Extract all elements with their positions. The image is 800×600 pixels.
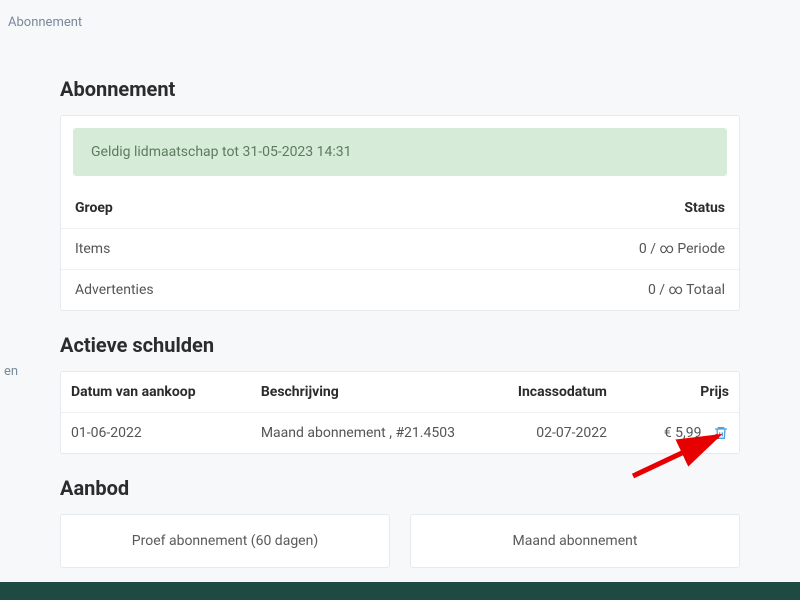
offers-row: Proef abonnement (60 dagen) Maand abonne… (60, 514, 740, 568)
price-value: € 5,99 (664, 425, 702, 441)
breadcrumb: Abonnement (0, 0, 800, 45)
col-purchase-date: Datum van aankoop (61, 372, 251, 413)
debts-panel: Datum van aankoop Beschrijving Incassoda… (60, 371, 740, 454)
membership-validity-alert: Geldig lidmaatschap tot 31-05-2023 14:31 (73, 128, 727, 176)
col-description: Beschrijving (251, 372, 495, 413)
table-header-row: Groep Status (61, 188, 739, 229)
section-title-offers: Aanbod (60, 476, 740, 500)
debts-table: Datum van aankoop Beschrijving Incassoda… (61, 372, 739, 453)
section-title-subscription: Abonnement (60, 77, 740, 101)
cell-group: Items (61, 229, 389, 270)
breadcrumb-item[interactable]: Abonnement (8, 15, 82, 30)
sidebar-fragment: en (0, 360, 22, 383)
trash-icon[interactable] (713, 425, 729, 441)
cell-status: 0 / ∞ Totaal (389, 270, 739, 311)
table-row: 01-06-2022 Maand abonnement , #21.4503 0… (61, 413, 739, 454)
cell-description: Maand abonnement , #21.4503 (251, 413, 495, 454)
section-title-debts: Actieve schulden (60, 333, 740, 357)
col-group: Groep (61, 188, 389, 229)
subscription-table: Groep Status Items 0 / ∞ Periode Adverte… (61, 188, 739, 310)
col-status: Status (389, 188, 739, 229)
col-price: Prijs (617, 372, 739, 413)
col-collection-date: Incassodatum (495, 372, 617, 413)
subscription-panel: Geldig lidmaatschap tot 31-05-2023 14:31… (60, 115, 740, 311)
cell-status: 0 / ∞ Periode (389, 229, 739, 270)
table-header-row: Datum van aankoop Beschrijving Incassoda… (61, 372, 739, 413)
main-content: Abonnement Geldig lidmaatschap tot 31-05… (0, 45, 800, 568)
offer-label: Maand abonnement (513, 533, 638, 549)
offer-card-monthly[interactable]: Maand abonnement (410, 514, 740, 568)
offer-card-trial[interactable]: Proef abonnement (60 dagen) (60, 514, 390, 568)
cell-purchase-date: 01-06-2022 (61, 413, 251, 454)
table-row: Items 0 / ∞ Periode (61, 229, 739, 270)
bottom-bar (0, 582, 800, 600)
cell-collection-date: 02-07-2022 (495, 413, 617, 454)
cell-price: € 5,99 (617, 413, 739, 454)
cell-group: Advertenties (61, 270, 389, 311)
table-row: Advertenties 0 / ∞ Totaal (61, 270, 739, 311)
offer-label: Proef abonnement (60 dagen) (132, 533, 318, 549)
